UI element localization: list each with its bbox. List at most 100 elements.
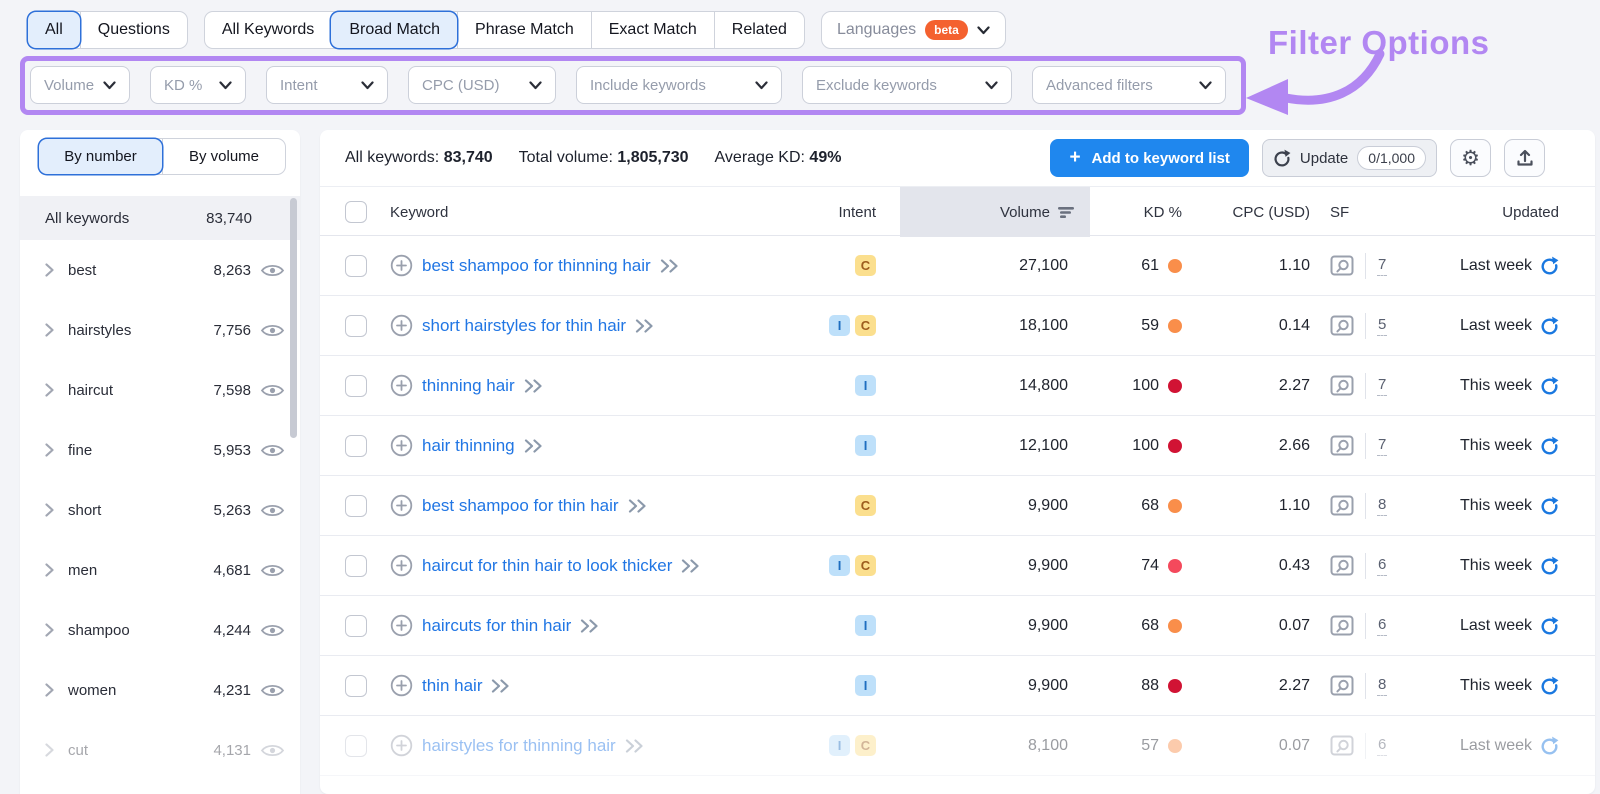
update-button[interactable]: Update 0/1,000 bbox=[1261, 139, 1437, 177]
sidebar-group-fine[interactable]: fine 5,953 bbox=[20, 420, 300, 480]
sidebar-group-hairstyles[interactable]: hairstyles 7,756 bbox=[20, 300, 300, 360]
settings-button[interactable]: ⚙ bbox=[1450, 139, 1491, 177]
keyword-link[interactable]: haircut for thin hair to look thicker bbox=[422, 556, 672, 576]
expand-double-chevron-icon[interactable] bbox=[628, 498, 648, 513]
refresh-icon[interactable] bbox=[1540, 436, 1559, 455]
eye-icon[interactable] bbox=[260, 262, 285, 279]
eye-icon[interactable] bbox=[260, 322, 285, 339]
tab-exact-match[interactable]: Exact Match bbox=[590, 12, 714, 48]
add-keyword-plus-icon[interactable] bbox=[390, 494, 413, 517]
eye-icon[interactable] bbox=[260, 382, 285, 399]
sidebar-group-women[interactable]: women 4,231 bbox=[20, 660, 300, 720]
expand-double-chevron-icon[interactable] bbox=[524, 378, 544, 393]
serp-features-icon[interactable] bbox=[1330, 435, 1354, 456]
languages-button[interactable]: Languages beta bbox=[820, 11, 1006, 49]
keyword-link[interactable]: hair thinning bbox=[422, 436, 515, 456]
expand-double-chevron-icon[interactable] bbox=[580, 618, 600, 633]
refresh-icon[interactable] bbox=[1540, 736, 1559, 755]
row-checkbox[interactable] bbox=[345, 254, 367, 277]
expand-double-chevron-icon[interactable] bbox=[660, 258, 680, 273]
filter-include-keywords[interactable]: Include keywords bbox=[576, 66, 782, 104]
row-checkbox[interactable] bbox=[345, 494, 367, 517]
expand-double-chevron-icon[interactable] bbox=[625, 738, 645, 753]
refresh-icon[interactable] bbox=[1540, 496, 1559, 515]
row-checkbox[interactable] bbox=[345, 614, 367, 637]
tab-all[interactable]: All bbox=[28, 12, 80, 48]
row-checkbox[interactable] bbox=[345, 314, 367, 337]
expand-double-chevron-icon[interactable] bbox=[491, 678, 511, 693]
row-checkbox[interactable] bbox=[345, 674, 367, 697]
filter-exclude-keywords[interactable]: Exclude keywords bbox=[802, 66, 1012, 104]
filter-kd[interactable]: KD % bbox=[150, 66, 246, 104]
eye-icon[interactable] bbox=[260, 682, 285, 699]
sidebar-scrollbar[interactable] bbox=[290, 198, 297, 438]
filter-intent[interactable]: Intent bbox=[266, 66, 388, 104]
sidebar-group-best[interactable]: best 8,263 bbox=[20, 240, 300, 300]
expand-double-chevron-icon[interactable] bbox=[635, 318, 655, 333]
expand-double-chevron-icon[interactable] bbox=[524, 438, 544, 453]
sidebar-tab-by-volume[interactable]: By volume bbox=[162, 139, 285, 174]
add-keyword-plus-icon[interactable] bbox=[390, 314, 413, 337]
eye-icon[interactable] bbox=[260, 442, 285, 459]
tab-broad-match[interactable]: Broad Match bbox=[331, 12, 458, 48]
sf-count[interactable]: 7 bbox=[1377, 436, 1388, 456]
add-to-keyword-list-button[interactable]: + Add to keyword list bbox=[1050, 139, 1249, 177]
keyword-link[interactable]: hairstyles for thinning hair bbox=[422, 736, 616, 756]
sf-count[interactable]: 8 bbox=[1377, 496, 1388, 516]
keyword-link[interactable]: short hairstyles for thin hair bbox=[422, 316, 626, 336]
filter-advanced-filters[interactable]: Advanced filters bbox=[1032, 66, 1226, 104]
filter-cpc-usd[interactable]: CPC (USD) bbox=[408, 66, 556, 104]
sf-count[interactable]: 8 bbox=[1377, 676, 1388, 696]
keyword-link[interactable]: thinning hair bbox=[422, 376, 515, 396]
add-keyword-plus-icon[interactable] bbox=[390, 674, 413, 697]
row-checkbox[interactable] bbox=[345, 554, 367, 577]
tab-related[interactable]: Related bbox=[713, 12, 804, 48]
sf-count[interactable]: 6 bbox=[1377, 736, 1388, 756]
eye-icon[interactable] bbox=[260, 742, 285, 759]
tab-all-keywords[interactable]: All Keywords bbox=[205, 12, 331, 48]
tab-questions[interactable]: Questions bbox=[79, 12, 187, 48]
eye-icon[interactable] bbox=[260, 562, 285, 579]
select-all-checkbox[interactable] bbox=[345, 201, 367, 223]
keyword-link[interactable]: thin hair bbox=[422, 676, 482, 696]
col-header-volume[interactable]: Volume bbox=[900, 187, 1090, 237]
eye-icon[interactable] bbox=[260, 622, 285, 639]
row-checkbox[interactable] bbox=[345, 434, 367, 457]
sidebar-tab-by-number[interactable]: By number bbox=[39, 139, 162, 174]
sf-count[interactable]: 6 bbox=[1377, 556, 1388, 576]
add-keyword-plus-icon[interactable] bbox=[390, 254, 413, 277]
expand-double-chevron-icon[interactable] bbox=[681, 558, 701, 573]
serp-features-icon[interactable] bbox=[1330, 735, 1354, 756]
add-keyword-plus-icon[interactable] bbox=[390, 734, 413, 757]
keyword-link[interactable]: haircuts for thin hair bbox=[422, 616, 571, 636]
add-keyword-plus-icon[interactable] bbox=[390, 374, 413, 397]
serp-features-icon[interactable] bbox=[1330, 615, 1354, 636]
row-checkbox[interactable] bbox=[345, 374, 367, 397]
refresh-icon[interactable] bbox=[1540, 676, 1559, 695]
refresh-icon[interactable] bbox=[1540, 616, 1559, 635]
refresh-icon[interactable] bbox=[1540, 376, 1559, 395]
refresh-icon[interactable] bbox=[1540, 556, 1559, 575]
filter-volume[interactable]: Volume bbox=[30, 66, 130, 104]
add-keyword-plus-icon[interactable] bbox=[390, 554, 413, 577]
sidebar-group-shampoo[interactable]: shampoo 4,244 bbox=[20, 600, 300, 660]
eye-icon[interactable] bbox=[260, 502, 285, 519]
sf-count[interactable]: 7 bbox=[1377, 256, 1388, 276]
sidebar-group-cut[interactable]: cut 4,131 bbox=[20, 720, 300, 780]
add-keyword-plus-icon[interactable] bbox=[390, 614, 413, 637]
refresh-icon[interactable] bbox=[1540, 316, 1559, 335]
keyword-link[interactable]: best shampoo for thinning hair bbox=[422, 256, 651, 276]
serp-features-icon[interactable] bbox=[1330, 255, 1354, 276]
sidebar-group-short[interactable]: short 5,263 bbox=[20, 480, 300, 540]
export-button[interactable] bbox=[1504, 139, 1545, 177]
sidebar-group-men[interactable]: men 4,681 bbox=[20, 540, 300, 600]
sf-count[interactable]: 7 bbox=[1377, 376, 1388, 396]
refresh-icon[interactable] bbox=[1540, 256, 1559, 275]
sf-count[interactable]: 5 bbox=[1377, 316, 1388, 336]
row-checkbox[interactable] bbox=[345, 734, 367, 757]
keyword-link[interactable]: best shampoo for thin hair bbox=[422, 496, 619, 516]
serp-features-icon[interactable] bbox=[1330, 555, 1354, 576]
serp-features-icon[interactable] bbox=[1330, 675, 1354, 696]
tab-phrase-match[interactable]: Phrase Match bbox=[457, 12, 591, 48]
serp-features-icon[interactable] bbox=[1330, 315, 1354, 336]
